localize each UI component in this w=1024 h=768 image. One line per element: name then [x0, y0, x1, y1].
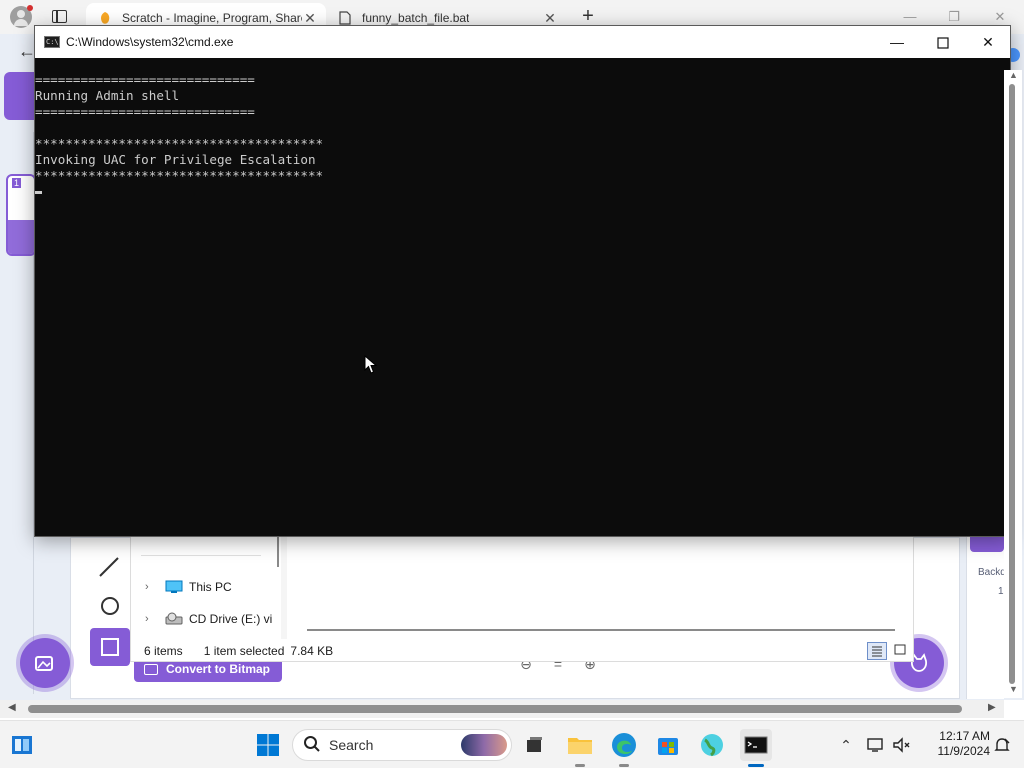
- tab-label: Scratch - Imagine, Program, Share: [122, 11, 302, 25]
- tree-item-cd-drive[interactable]: › CD Drive (E:) virt: [145, 609, 273, 629]
- microsoft-store-icon[interactable]: [652, 729, 684, 761]
- volume-muted-icon[interactable]: [886, 729, 918, 761]
- chevron-right-icon[interactable]: ›: [145, 613, 157, 625]
- console-line: =============================: [35, 72, 255, 87]
- cmd-taskbar-icon[interactable]: [740, 729, 772, 767]
- monitor-icon: [165, 580, 183, 594]
- file-explorer-window: › This PC › CD Drive (E:) virt 6 items 1…: [130, 536, 914, 662]
- cmd-close-icon[interactable]: ✕: [965, 26, 1011, 58]
- convert-button-label: Convert to Bitmap: [166, 662, 271, 676]
- scratch-cat-icon: [98, 11, 112, 25]
- backdrop-count: 1: [998, 586, 1004, 597]
- cmd-minimize-icon[interactable]: —: [874, 26, 920, 58]
- selection-count: 1 item selected: [203, 644, 285, 658]
- active-app-indicator: [575, 764, 585, 767]
- tree-item-label: This PC: [189, 580, 232, 594]
- cmd-app-icon: C:\: [44, 36, 60, 48]
- close-tab-icon[interactable]: ✕: [542, 10, 558, 26]
- console-line: Invoking UAC for Privilege Escalation: [35, 152, 316, 167]
- page-horizontal-scrollbar[interactable]: ◀ ▶: [0, 700, 1004, 718]
- horizontal-scrollbar-thumb[interactable]: [307, 629, 895, 631]
- active-app-indicator: [748, 764, 764, 767]
- new-tab-icon[interactable]: +: [578, 6, 598, 26]
- tab-actions-icon[interactable]: [52, 10, 67, 23]
- selection-size: 7.84 KB: [290, 644, 334, 658]
- search-highlight-image: [461, 734, 507, 756]
- scrollbar-thumb[interactable]: [1009, 84, 1015, 684]
- backdrop-panel: [966, 534, 1004, 699]
- scroll-left-icon[interactable]: ◀: [8, 702, 16, 713]
- image-icon: [144, 663, 158, 675]
- line-tool-icon[interactable]: [96, 554, 124, 582]
- start-menu-icon[interactable]: [252, 729, 284, 761]
- console-cursor-line: [35, 184, 995, 200]
- scratch-header: [4, 72, 34, 120]
- chevron-right-icon[interactable]: ›: [145, 581, 157, 593]
- circle-tool-icon[interactable]: [96, 592, 124, 620]
- clock-date: 11/9/2024: [937, 744, 991, 758]
- document-icon: [338, 11, 352, 25]
- scroll-up-icon[interactable]: ▲: [1009, 70, 1018, 80]
- task-view-icon[interactable]: [518, 729, 550, 761]
- item-count: 6 items: [144, 644, 183, 658]
- cmd-maximize-icon[interactable]: [920, 26, 966, 58]
- profile-icon[interactable]: [10, 5, 33, 28]
- nav-pane-divider: [141, 555, 261, 556]
- nav-pane-splitter[interactable]: [281, 537, 287, 639]
- details-view-icon[interactable]: [867, 642, 887, 660]
- taskbar-search-box[interactable]: Search: [292, 729, 512, 761]
- taskbar-clock[interactable]: 12:17 AM 11/9/2024: [918, 729, 991, 759]
- chevron-up-icon[interactable]: ⌃: [830, 729, 862, 761]
- tree-item-this-pc[interactable]: › This PC: [145, 577, 232, 597]
- scrollbar-thumb[interactable]: [28, 705, 962, 713]
- console-output[interactable]: ============================= Running Adm…: [35, 58, 995, 536]
- rectangle-tool-icon[interactable]: [90, 628, 130, 666]
- tree-item-label: CD Drive (E:) virt: [189, 612, 273, 626]
- search-placeholder: Search: [329, 737, 374, 753]
- close-tab-icon[interactable]: ✕: [302, 10, 318, 26]
- costume-tile-fill: [8, 220, 34, 254]
- widgets-icon[interactable]: [6, 729, 38, 761]
- console-line: **************************************: [35, 168, 324, 183]
- costume-number: 1: [12, 178, 22, 188]
- cmd-title-bar[interactable]: C:\ C:\Windows\system32\cmd.exe — ✕: [35, 26, 1010, 58]
- file-explorer-icon[interactable]: [564, 729, 596, 767]
- search-icon: [303, 735, 321, 756]
- backdrop-label: Backd: [978, 567, 1006, 578]
- tab-label: funny_batch_file.bat: [362, 11, 470, 25]
- scroll-right-icon[interactable]: ▶: [988, 702, 996, 713]
- choose-costume-button[interactable]: [20, 638, 70, 688]
- cmd-window[interactable]: C:\ C:\Windows\system32\cmd.exe — ✕ ====…: [34, 25, 1011, 537]
- page-vertical-scrollbar[interactable]: ▲ ▼: [1004, 70, 1022, 698]
- cmd-window-title: C:\Windows\system32\cmd.exe: [66, 35, 234, 49]
- scroll-down-icon[interactable]: ▼: [1009, 684, 1018, 694]
- windows-taskbar: Search ⌃ 12:17 AM 11/9/2024: [0, 720, 1024, 768]
- globe-app-icon[interactable]: [696, 729, 728, 761]
- text-cursor: [35, 191, 42, 194]
- notification-bell-icon[interactable]: [986, 729, 1018, 761]
- edge-browser-icon[interactable]: [608, 729, 640, 767]
- console-line: Running Admin shell: [35, 88, 180, 103]
- explorer-status-bar: 6 items 1 item selected 7.84 KB: [131, 639, 913, 663]
- console-line: =============================: [35, 104, 255, 119]
- console-line: **************************************: [35, 136, 324, 151]
- clock-time: 12:17 AM: [939, 729, 990, 743]
- backdrop-thumbnail[interactable]: [970, 536, 1004, 552]
- cd-drive-icon: [165, 612, 183, 626]
- mouse-pointer-icon: [364, 354, 378, 375]
- large-icons-view-icon[interactable]: [891, 642, 911, 660]
- active-app-indicator: [619, 764, 629, 767]
- nav-pane-scrollbar[interactable]: [277, 537, 279, 567]
